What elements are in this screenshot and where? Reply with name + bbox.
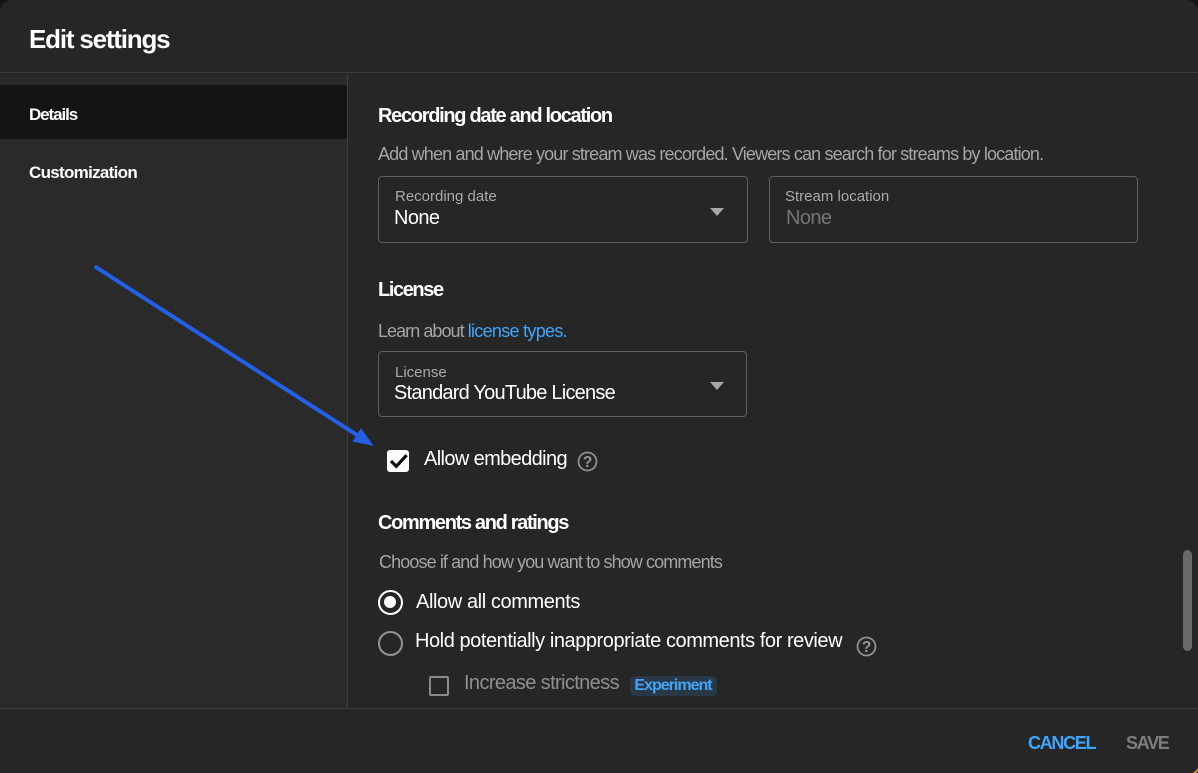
svg-text:?: ? — [583, 454, 592, 471]
svg-text:?: ? — [862, 639, 871, 656]
